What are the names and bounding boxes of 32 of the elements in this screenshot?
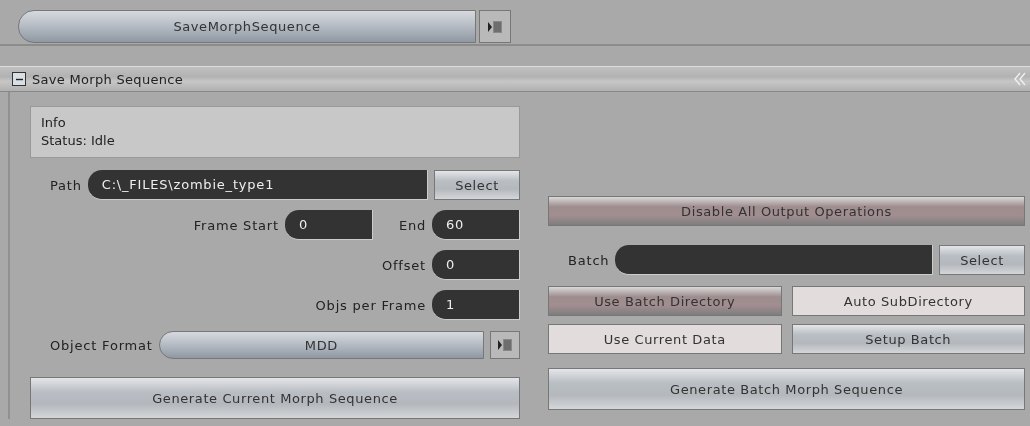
end-label: End: [397, 217, 426, 233]
path-field[interactable]: C:\_FILES\zombie_type1: [87, 170, 428, 200]
path-label: Path: [49, 177, 82, 193]
command-dropdown[interactable]: SaveMorphSequence: [18, 10, 476, 43]
popup-menu-icon: [497, 338, 513, 352]
info-title: Info: [41, 114, 67, 132]
toggle-button[interactable]: Auto SubDirectory: [791, 286, 1025, 316]
setup-batch-button[interactable]: Setup Batch: [791, 324, 1025, 354]
select-button[interactable]: Select: [434, 170, 520, 200]
offset-field[interactable]: 0: [432, 250, 520, 280]
batch-label: Batch: [567, 252, 610, 268]
objs-per-frame-field[interactable]: 1: [432, 290, 520, 320]
batch-field[interactable]: [615, 245, 933, 275]
toggle-button[interactable]: Use Batch Directory: [548, 286, 782, 316]
frame-start-label: Frame Start: [192, 217, 279, 233]
end-field[interactable]: 60: [432, 210, 520, 240]
frame-start-field[interactable]: 0: [284, 210, 373, 240]
popup-menu-button[interactable]: [490, 331, 520, 359]
toggle-button[interactable]: Use Current Data: [548, 324, 782, 354]
select-button[interactable]: Select: [939, 245, 1025, 275]
offset-label: Offset: [380, 257, 426, 273]
status-text: Status: Idle: [41, 132, 116, 150]
disable-output-toggle[interactable]: Disable All Output Operations: [548, 196, 1025, 226]
generate-batch-button[interactable]: Generate Batch Morph Sequence: [548, 368, 1025, 410]
objs-per-frame-label: Objs per Frame: [314, 297, 426, 313]
collapse-toggle[interactable]: [12, 72, 26, 86]
object-format-dropdown[interactable]: MDD: [158, 331, 484, 359]
popup-menu-button[interactable]: [479, 10, 511, 43]
popup-menu-icon: [487, 19, 503, 34]
generate-current-button[interactable]: Generate Current Morph Sequence: [30, 377, 520, 419]
panel-title: Save Morph Sequence: [32, 71, 184, 87]
object-format-label: Object Format: [49, 337, 153, 353]
